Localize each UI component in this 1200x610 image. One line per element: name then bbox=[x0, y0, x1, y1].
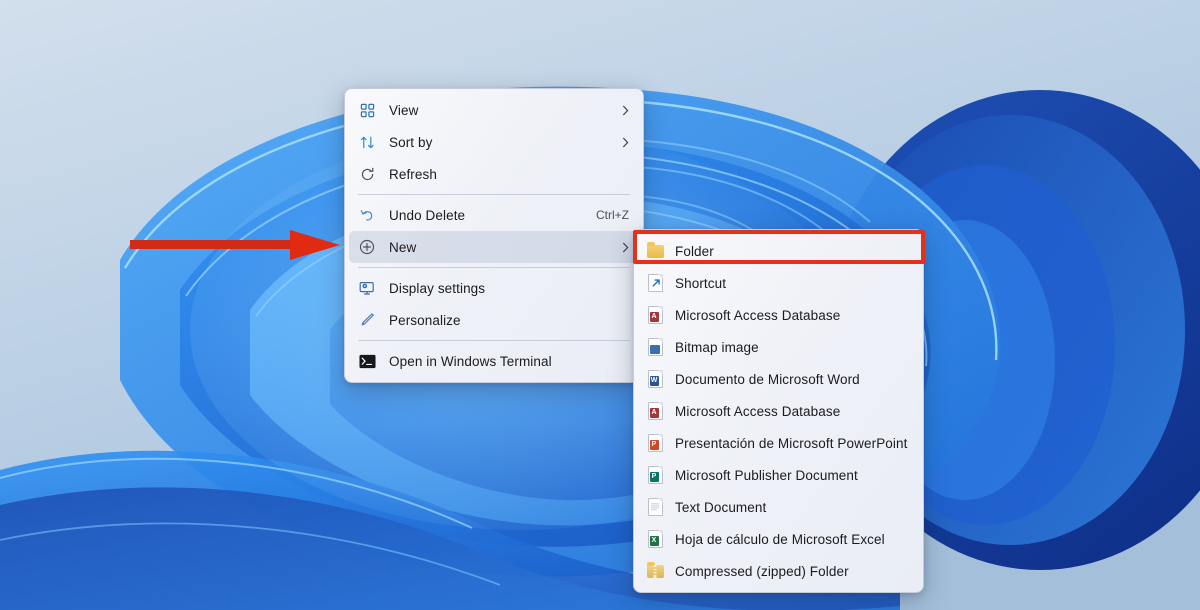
menu-item-open-in-windows-terminal[interactable]: Open in Windows Terminal bbox=[349, 345, 639, 377]
menu-item-undo-delete[interactable]: Undo Delete Ctrl+Z bbox=[349, 199, 639, 231]
powerpoint-icon: P bbox=[645, 433, 665, 453]
menu-item-display-settings[interactable]: Display settings bbox=[349, 272, 639, 304]
submenu-item-folder[interactable]: Folder bbox=[637, 235, 920, 267]
menu-item-label: Open in Windows Terminal bbox=[389, 353, 552, 369]
text-file-icon bbox=[645, 497, 665, 517]
submenu-item-access-database-2[interactable]: A Microsoft Access Database bbox=[637, 395, 920, 427]
submenu-item-label: Microsoft Access Database bbox=[675, 403, 841, 419]
menu-item-label: Refresh bbox=[389, 166, 437, 182]
menu-item-label: Undo Delete bbox=[389, 207, 466, 223]
word-icon: W bbox=[645, 369, 665, 389]
submenu-item-label: Presentación de Microsoft PowerPoint bbox=[675, 435, 908, 451]
menu-item-personalize[interactable]: Personalize bbox=[349, 304, 639, 336]
menu-item-label: New bbox=[389, 239, 417, 255]
access-icon: A bbox=[645, 305, 665, 325]
submenu-item-label: Text Document bbox=[675, 499, 767, 515]
desktop-screen: View Sort by Refresh Undo Delete Ctrl+Z … bbox=[0, 0, 1200, 610]
menu-item-label: Sort by bbox=[389, 134, 433, 150]
bitmap-icon bbox=[645, 337, 665, 357]
sort-icon bbox=[357, 132, 377, 152]
refresh-icon bbox=[357, 164, 377, 184]
submenu-item-label: Shortcut bbox=[675, 275, 727, 291]
chevron-right-icon bbox=[622, 137, 629, 148]
red-pointer-arrow bbox=[130, 228, 345, 262]
menu-item-shortcut: Ctrl+Z bbox=[596, 208, 629, 222]
submenu-item-label: Bitmap image bbox=[675, 339, 759, 355]
menu-separator bbox=[358, 194, 630, 195]
folder-icon bbox=[645, 241, 665, 261]
chevron-right-icon bbox=[622, 242, 629, 253]
submenu-item-label: Compressed (zipped) Folder bbox=[675, 563, 849, 579]
grid-icon bbox=[357, 100, 377, 120]
plus-circle-icon bbox=[357, 237, 377, 257]
menu-item-view[interactable]: View bbox=[349, 94, 639, 126]
menu-separator bbox=[358, 267, 630, 268]
paintbrush-icon bbox=[357, 310, 377, 330]
submenu-item-bitmap-image[interactable]: Bitmap image bbox=[637, 331, 920, 363]
menu-item-refresh[interactable]: Refresh bbox=[349, 158, 639, 190]
access-icon: A bbox=[645, 401, 665, 421]
submenu-item-label: Microsoft Publisher Document bbox=[675, 467, 858, 483]
submenu-item-excel-spreadsheet[interactable]: X Hoja de cálculo de Microsoft Excel bbox=[637, 523, 920, 555]
submenu-item-label: Microsoft Access Database bbox=[675, 307, 841, 323]
menu-item-label: Personalize bbox=[389, 312, 461, 328]
submenu-item-access-database-1[interactable]: A Microsoft Access Database bbox=[637, 299, 920, 331]
monitor-gear-icon bbox=[357, 278, 377, 298]
terminal-icon bbox=[357, 351, 377, 371]
submenu-item-label: Hoja de cálculo de Microsoft Excel bbox=[675, 531, 885, 547]
new-submenu[interactable]: Folder Shortcut A Microsoft Access Datab… bbox=[633, 229, 924, 593]
publisher-icon: P bbox=[645, 465, 665, 485]
shortcut-icon bbox=[645, 273, 665, 293]
menu-item-new[interactable]: New bbox=[349, 231, 639, 263]
submenu-item-powerpoint-presentation[interactable]: P Presentación de Microsoft PowerPoint bbox=[637, 427, 920, 459]
submenu-item-label: Documento de Microsoft Word bbox=[675, 371, 860, 387]
menu-item-sort-by[interactable]: Sort by bbox=[349, 126, 639, 158]
chevron-right-icon bbox=[622, 105, 629, 116]
undo-icon bbox=[357, 205, 377, 225]
submenu-item-compressed-folder[interactable]: Compressed (zipped) Folder bbox=[637, 555, 920, 587]
menu-item-label: Display settings bbox=[389, 280, 486, 296]
submenu-item-publisher-document[interactable]: P Microsoft Publisher Document bbox=[637, 459, 920, 491]
submenu-item-label: Folder bbox=[675, 243, 714, 259]
submenu-item-text-document[interactable]: Text Document bbox=[637, 491, 920, 523]
zip-folder-icon bbox=[645, 561, 665, 581]
desktop-context-menu[interactable]: View Sort by Refresh Undo Delete Ctrl+Z … bbox=[344, 88, 644, 383]
menu-separator bbox=[358, 340, 630, 341]
submenu-item-shortcut[interactable]: Shortcut bbox=[637, 267, 920, 299]
menu-item-label: View bbox=[389, 102, 419, 118]
submenu-item-word-document[interactable]: W Documento de Microsoft Word bbox=[637, 363, 920, 395]
excel-icon: X bbox=[645, 529, 665, 549]
